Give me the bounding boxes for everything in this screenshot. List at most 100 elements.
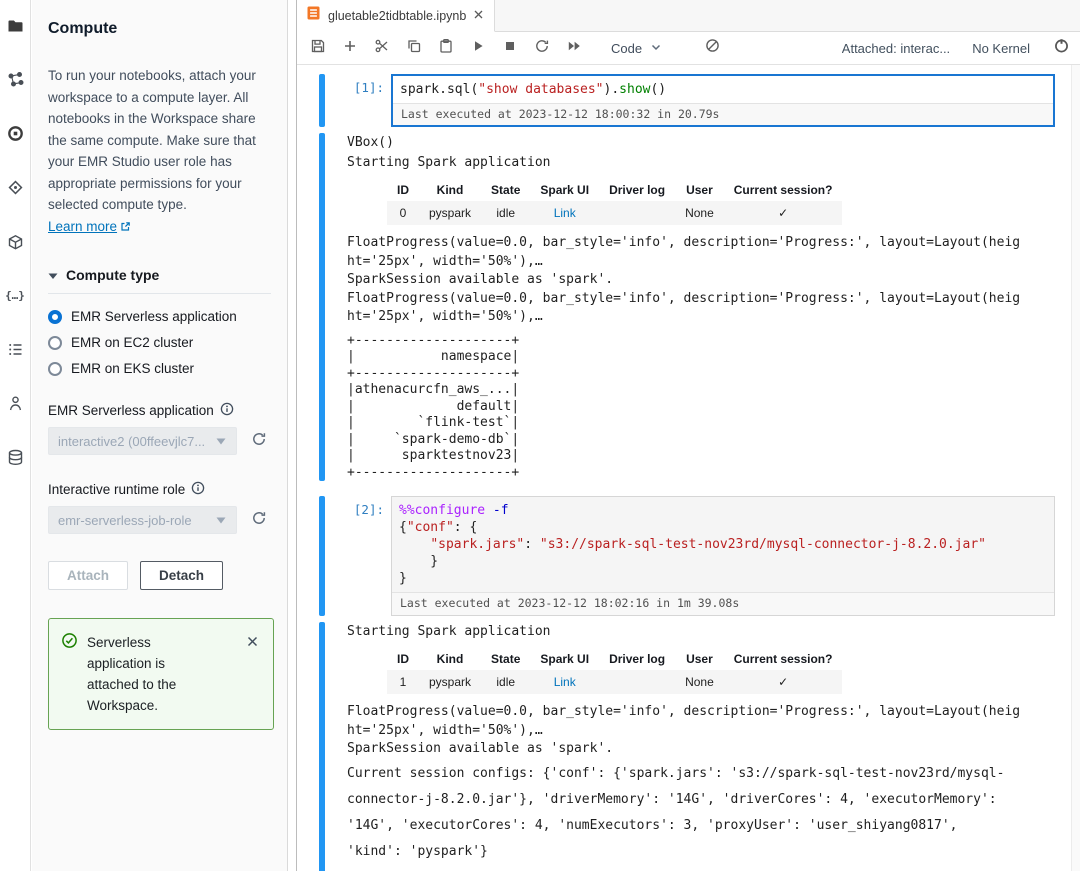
run-cell-button[interactable] bbox=[469, 39, 487, 57]
fast-forward-icon bbox=[566, 38, 582, 59]
cell-2-output: Starting Spark application IDKindStateSp… bbox=[297, 622, 1071, 871]
cell-type-dropdown[interactable]: Code bbox=[611, 41, 663, 56]
panel-title: Compute bbox=[48, 20, 271, 38]
cluster-icon bbox=[6, 70, 25, 89]
copy-icon bbox=[406, 38, 422, 59]
person-icon bbox=[6, 394, 25, 413]
refresh-icon bbox=[250, 509, 268, 532]
spark-ui-link[interactable]: Link bbox=[530, 670, 599, 694]
restart-run-all-button[interactable] bbox=[565, 39, 583, 57]
runtime-role-label: Interactive runtime role bbox=[48, 481, 271, 498]
attach-button[interactable]: Attach bbox=[48, 561, 128, 590]
info-icon[interactable] bbox=[220, 402, 234, 419]
external-link-icon bbox=[117, 219, 131, 234]
radio-label: EMR on EKS cluster bbox=[71, 361, 194, 376]
save-button[interactable] bbox=[309, 39, 327, 57]
spark-ui-link[interactable]: Link bbox=[530, 201, 599, 225]
rail-item-running[interactable] bbox=[0, 122, 31, 144]
refresh-applications-button[interactable] bbox=[247, 429, 271, 453]
restart-icon bbox=[534, 38, 550, 59]
execution-time: Last executed at 2023-12-12 18:00:32 in … bbox=[393, 103, 1053, 125]
interrupt-kernel-button[interactable] bbox=[501, 39, 519, 57]
execution-time: Last executed at 2023-12-12 18:02:16 in … bbox=[392, 592, 1054, 614]
code-cell-2: [2]: %%configure -f{"conf": { "spark.jar… bbox=[297, 496, 1071, 615]
cut-icon bbox=[374, 38, 390, 59]
compute-type-radio-group: EMR Serverless application EMR on EC2 clu… bbox=[48, 309, 271, 376]
select-caret-icon bbox=[215, 513, 227, 528]
info-icon[interactable] bbox=[191, 481, 205, 498]
slash-circle-icon bbox=[704, 37, 721, 59]
tab-bar: gluetable2tidbtable.ipynb bbox=[297, 0, 1080, 32]
tab-close-icon[interactable] bbox=[473, 7, 484, 25]
activity-rail: {…} bbox=[0, 0, 31, 871]
package-box-icon bbox=[6, 232, 25, 251]
radio-icon[interactable] bbox=[48, 336, 62, 350]
notebook-file-icon bbox=[306, 5, 321, 26]
kernel-status-label[interactable]: No Kernel bbox=[972, 41, 1030, 56]
database-icon bbox=[6, 448, 25, 467]
cell-1-output: VBox() Starting Spark application IDKind… bbox=[297, 133, 1071, 481]
execution-count: [1]: bbox=[325, 74, 391, 127]
paste-cell-button[interactable] bbox=[437, 39, 455, 57]
alert-close-button[interactable] bbox=[243, 632, 261, 650]
radio-label: EMR Serverless application bbox=[71, 309, 237, 324]
running-sessions-icon bbox=[6, 124, 25, 143]
toc-list-icon bbox=[6, 340, 25, 359]
notebook-scroll-area: [1]: spark.sql("show databases").show() … bbox=[297, 65, 1071, 871]
compute-intro: To run your notebooks, attach your works… bbox=[48, 65, 271, 237]
serverless-app-label: EMR Serverless application bbox=[48, 402, 271, 419]
compute-panel: Compute To run your notebooks, attach yo… bbox=[32, 0, 288, 871]
learn-more-link[interactable]: Learn more bbox=[48, 219, 131, 234]
notebook-scrollbar[interactable] bbox=[1071, 65, 1080, 871]
output-text: FloatProgress(value=0.0, bar_style='info… bbox=[347, 234, 1059, 327]
output-text: FloatProgress(value=0.0, bar_style='info… bbox=[347, 703, 1059, 759]
save-icon bbox=[310, 38, 326, 59]
radio-option[interactable]: EMR Serverless application bbox=[48, 309, 271, 324]
rail-item-package[interactable] bbox=[0, 230, 31, 252]
kernel-status-button[interactable] bbox=[1052, 39, 1070, 57]
add-cell-button[interactable] bbox=[341, 39, 359, 57]
attached-status: Attached: interac... bbox=[842, 41, 950, 56]
success-alert: Serverless application is attached to th… bbox=[48, 618, 274, 730]
spark-monitor-button[interactable] bbox=[703, 39, 721, 57]
radio-selected-icon[interactable] bbox=[48, 310, 62, 324]
code-area[interactable]: spark.sql("show databases").show() bbox=[393, 76, 1053, 103]
code-editor[interactable]: %%configure -f{"conf": { "spark.jars": "… bbox=[391, 496, 1055, 615]
copy-cell-button[interactable] bbox=[405, 39, 423, 57]
notebook-tab[interactable]: gluetable2tidbtable.ipynb bbox=[297, 0, 495, 32]
code-cell-1: [1]: spark.sql("show databases").show() … bbox=[297, 74, 1071, 127]
radio-option[interactable]: EMR on EC2 cluster bbox=[48, 335, 271, 350]
refresh-icon bbox=[250, 430, 268, 453]
panel-resize-gutter[interactable] bbox=[288, 0, 296, 871]
serverless-app-select[interactable]: interactive2 (00ffeevjlc7... bbox=[48, 427, 237, 455]
paste-icon bbox=[438, 38, 454, 59]
output-text: Starting Spark application bbox=[347, 622, 1059, 642]
select-caret-icon bbox=[215, 434, 227, 449]
rail-item-commands[interactable]: {…} bbox=[0, 284, 31, 306]
rail-item-git[interactable] bbox=[0, 176, 31, 198]
rail-item-files[interactable] bbox=[0, 14, 31, 36]
tab-title: gluetable2tidbtable.ipynb bbox=[328, 9, 466, 23]
execution-count: [2]: bbox=[325, 496, 391, 615]
refresh-roles-button[interactable] bbox=[247, 508, 271, 532]
notebook-workspace: gluetable2tidbtable.ipynb Code Attached:… bbox=[296, 0, 1080, 871]
session-info-table: IDKindStateSpark UIDriver logUserCurrent… bbox=[387, 648, 842, 694]
radio-icon[interactable] bbox=[48, 362, 62, 376]
detach-button[interactable]: Detach bbox=[140, 561, 223, 590]
radio-option[interactable]: EMR on EKS cluster bbox=[48, 361, 271, 376]
stop-icon bbox=[502, 38, 518, 59]
alert-message: Serverless application is attached to th… bbox=[87, 632, 205, 716]
restart-kernel-button[interactable] bbox=[533, 39, 551, 57]
runtime-role-select[interactable]: emr-serverless-job-role bbox=[48, 506, 237, 534]
code-area[interactable]: %%configure -f{"conf": { "spark.jars": "… bbox=[392, 497, 1054, 592]
rail-item-toc[interactable] bbox=[0, 338, 31, 360]
cut-cell-button[interactable] bbox=[373, 39, 391, 57]
rail-item-assistant[interactable] bbox=[0, 392, 31, 414]
notebook-toolbar: Code Attached: interac... No Kernel bbox=[297, 32, 1080, 65]
code-editor[interactable]: spark.sql("show databases").show() Last … bbox=[391, 74, 1055, 127]
braces-icon: {…} bbox=[5, 289, 25, 302]
rail-item-data[interactable] bbox=[0, 446, 31, 468]
radio-label: EMR on EC2 cluster bbox=[71, 335, 193, 350]
compute-type-section-header[interactable]: Compute type bbox=[48, 267, 271, 294]
rail-item-cluster[interactable] bbox=[0, 68, 31, 90]
